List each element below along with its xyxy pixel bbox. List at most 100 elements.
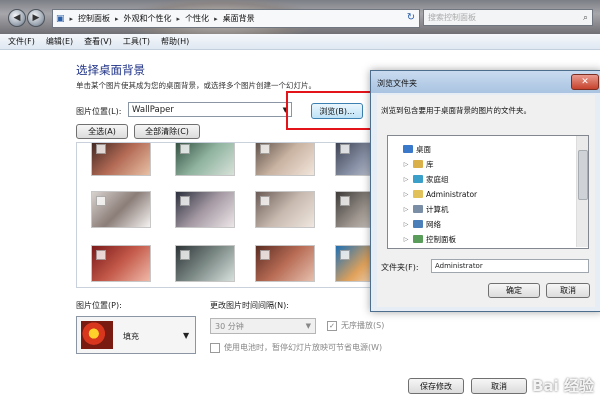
back-arrow-icon: ◀ <box>13 13 21 23</box>
wallpaper-thumbnail[interactable] <box>91 143 151 176</box>
breadcrumb-separator-icon: ▸ <box>214 14 218 23</box>
breadcrumb-separator-icon: ▸ <box>176 14 181 23</box>
wallpaper-thumbnail[interactable] <box>175 191 235 228</box>
wallpaper-thumbnail[interactable] <box>91 245 151 282</box>
tree-item[interactable]: ▷ 控制面板 <box>402 232 456 246</box>
dialog-instruction: 浏览到包含要用于桌面背景的图片的文件夹。 <box>381 106 531 115</box>
folder-icon <box>403 145 413 153</box>
menu-help[interactable]: 帮助(H) <box>161 36 189 47</box>
expand-arrow-icon[interactable]: ▷ <box>402 221 410 228</box>
control-panel-icon: ▣ <box>56 13 65 24</box>
tree-item-label: 网络 <box>426 219 441 229</box>
picture-position-label: 图片位置(P): <box>76 301 122 310</box>
position-preview-image <box>81 321 113 349</box>
folder-label: 文件夹(F): <box>381 263 419 272</box>
shuffle-checkbox[interactable]: ✓ <box>327 320 337 331</box>
menu-file[interactable]: 文件(F) <box>8 36 35 47</box>
forward-button[interactable]: ▶ <box>27 9 45 27</box>
expand-arrow-icon[interactable]: ▷ <box>402 161 410 168</box>
dialog-body: 浏览到包含要用于桌面背景的图片的文件夹。 桌面 ▷ 库 ▷ 家庭组 ▷ Administra… <box>377 95 595 307</box>
watermark: Bai 经验 <box>532 377 594 395</box>
clear-all-button[interactable]: 全部清除(C) <box>134 124 200 139</box>
refresh-icon[interactable]: ↻ <box>404 10 418 25</box>
browse-folder-dialog: 浏览文件夹 ✕ 浏览到包含要用于桌面背景的图片的文件夹。 桌面 ▷ 库 ▷ 家庭组 ▷ Ad… <box>370 70 600 312</box>
wallpaper-thumbnail[interactable] <box>255 191 315 228</box>
search-icon: ⌕ <box>582 12 588 23</box>
breadcrumb-separator-icon: ▸ <box>115 14 119 23</box>
expand-arrow-icon[interactable]: ▷ <box>402 236 410 243</box>
wallpaper-thumbnail[interactable] <box>91 191 151 228</box>
menu-view[interactable]: 查看(V) <box>84 36 112 47</box>
save-changes-button[interactable]: 保存修改 <box>408 378 464 394</box>
interval-value: 30 分钟 <box>215 321 244 331</box>
tree-item-label: 家庭组 <box>426 174 449 184</box>
expand-arrow-icon[interactable]: ▷ <box>402 191 410 198</box>
picture-location-value: WallPaper <box>132 104 174 115</box>
close-icon[interactable]: ✕ <box>571 74 599 90</box>
picture-location-select[interactable]: WallPaper ▼ <box>128 102 292 117</box>
expand-arrow-icon[interactable]: ▷ <box>402 176 410 183</box>
picture-position-value: 填充 <box>123 332 139 341</box>
battery-checkbox[interactable] <box>210 342 220 353</box>
cancel-button[interactable]: 取消 <box>471 378 527 394</box>
wallpaper-thumbnail[interactable] <box>335 245 370 282</box>
wallpaper-thumbnail[interactable] <box>175 143 235 176</box>
folder-icon <box>413 190 423 198</box>
tree-item[interactable]: ▷ 库 <box>402 157 434 171</box>
menu-tools[interactable]: 工具(T) <box>123 36 150 47</box>
wallpaper-thumbnail[interactable] <box>335 191 370 228</box>
menu-bar: 文件(F) 编辑(E) 查看(V) 工具(T) 帮助(H) <box>0 34 600 50</box>
chevron-down-icon: ▼ <box>183 331 190 340</box>
tree-item-label: Administrator <box>426 189 478 199</box>
tree-item-label: 库 <box>426 159 434 169</box>
wallpaper-thumbnail[interactable] <box>335 143 370 176</box>
picture-position-select[interactable]: 填充 ▼ <box>76 316 196 354</box>
tree-item-label: 控制面板 <box>426 234 456 244</box>
folder-tree: 桌面 ▷ 库 ▷ 家庭组 ▷ Administrator ▷ 计算机 ▷ 网络 ▷ 控制面板 <box>387 135 589 249</box>
select-all-button[interactable]: 全选(A) <box>76 124 128 139</box>
battery-option[interactable]: 使用电池时，暂停幻灯片放映可节省电源(W) <box>210 342 382 353</box>
breadcrumb-control-panel[interactable]: 控制面板 <box>75 13 113 24</box>
breadcrumb-personalization[interactable]: 个性化 <box>182 13 212 24</box>
picture-location-label: 图片位置(L): <box>76 107 122 116</box>
interval-label: 更改图片时间间隔(N): <box>210 301 289 310</box>
search-placeholder: 搜索控制面板 <box>428 13 476 22</box>
tree-scrollbar[interactable] <box>576 136 588 247</box>
tree-item-label: 桌面 <box>416 144 431 154</box>
search-input[interactable]: 搜索控制面板 ⌕ <box>423 9 593 26</box>
address-bar[interactable]: ▣ ▸ 控制面板 ▸ 外观和个性化 ▸ 个性化 ▸ 桌面背景 <box>52 9 420 28</box>
folder-icon <box>413 175 423 183</box>
wallpaper-gallery <box>76 142 371 288</box>
back-button[interactable]: ◀ <box>8 9 26 27</box>
dialog-cancel-button[interactable]: 取消 <box>546 283 590 298</box>
wallpaper-thumbnail[interactable] <box>175 245 235 282</box>
tree-item[interactable]: ▷ Administrator <box>402 187 477 201</box>
folder-icon <box>413 220 423 228</box>
tree-item-label: 计算机 <box>426 204 449 214</box>
shuffle-label: 无序播放(S) <box>341 321 385 330</box>
forward-arrow-icon: ▶ <box>32 13 40 23</box>
wallpaper-thumbnail[interactable] <box>255 143 315 176</box>
expand-arrow-icon[interactable]: ▷ <box>402 206 410 213</box>
interval-select[interactable]: 30 分钟 ▼ <box>210 318 316 334</box>
folder-icon <box>413 205 423 213</box>
folder-input[interactable]: Administrator <box>431 259 589 273</box>
page-title: 选择桌面背景 <box>76 63 145 77</box>
tree-item[interactable]: 桌面 <box>392 142 431 156</box>
breadcrumb-desktop-background[interactable]: 桌面背景 <box>220 13 258 24</box>
dialog-title: 浏览文件夹 <box>377 79 417 88</box>
breadcrumb-appearance[interactable]: 外观和个性化 <box>121 13 175 24</box>
tree-item[interactable]: ▷ 计算机 <box>402 202 449 216</box>
tree-item[interactable]: ▷ 家庭组 <box>402 172 449 186</box>
wallpaper-thumbnail[interactable] <box>255 245 315 282</box>
page-description: 单击某个图片使其成为您的桌面背景，或选择多个图片创建一个幻灯片。 <box>76 81 316 90</box>
ok-button[interactable]: 确定 <box>488 283 540 298</box>
breadcrumb-separator-icon: ▸ <box>69 14 74 23</box>
menu-edit[interactable]: 编辑(E) <box>46 36 73 47</box>
shuffle-option[interactable]: ✓ 无序播放(S) <box>327 320 384 331</box>
folder-icon <box>413 235 423 243</box>
tree-item[interactable]: ▷ 网络 <box>402 217 441 231</box>
folder-icon <box>413 160 423 168</box>
scrollbar-thumb[interactable] <box>578 150 588 200</box>
chevron-down-icon: ▼ <box>305 322 311 330</box>
